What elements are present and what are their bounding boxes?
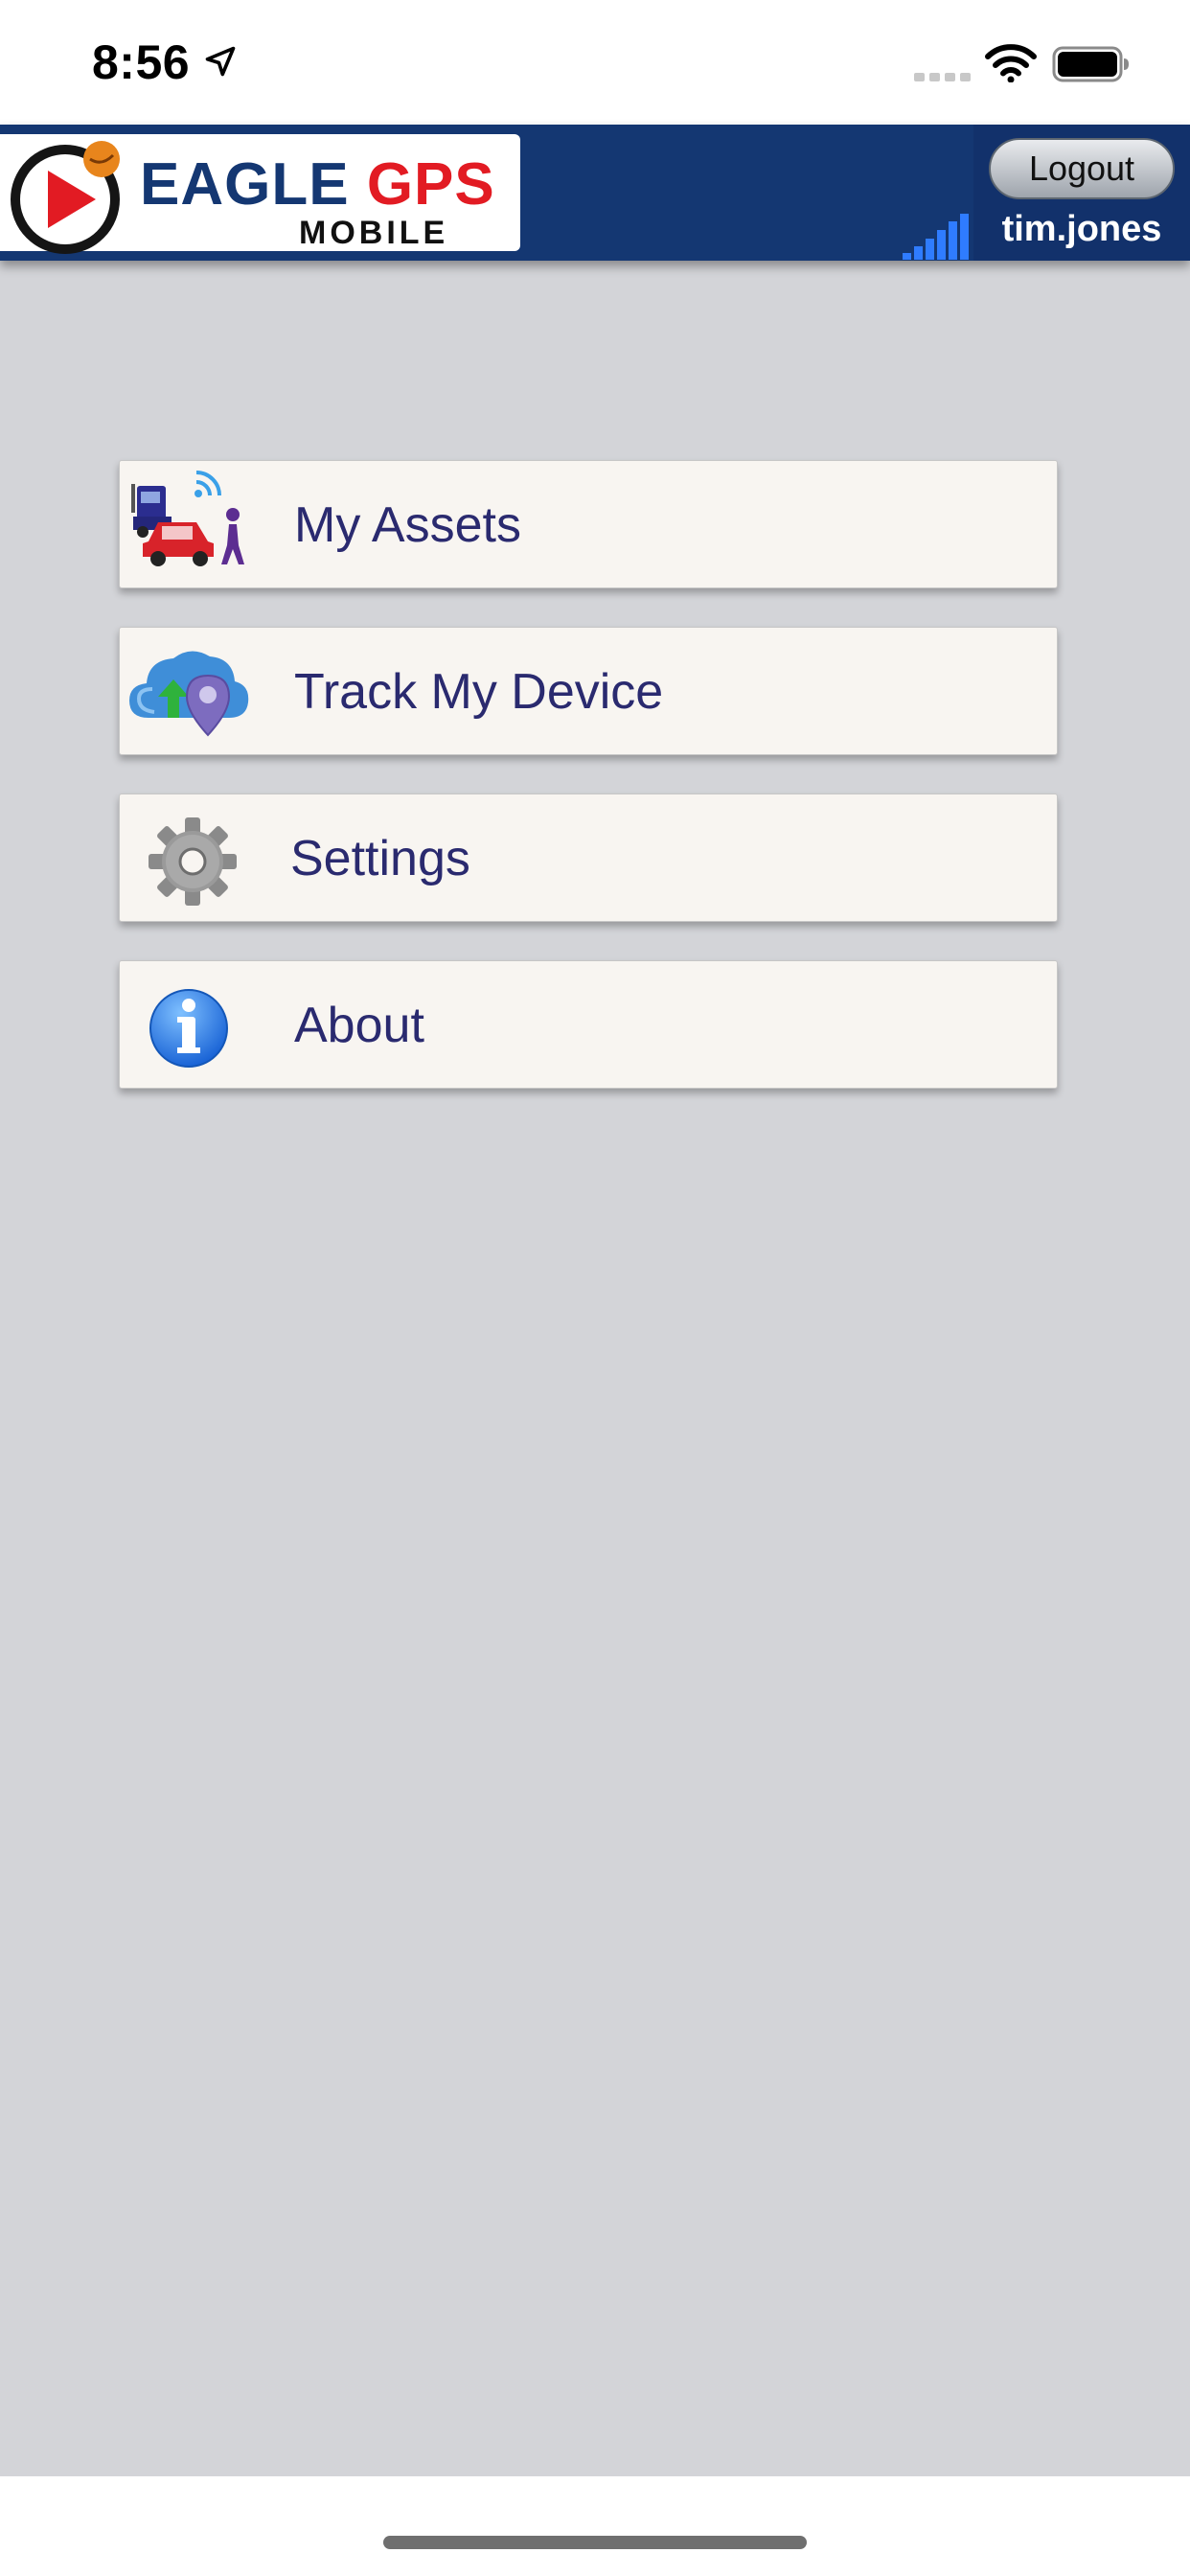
app-logo: EAGLE GPS MOBILE [0,134,520,254]
gear-icon [149,817,237,906]
home-indicator[interactable] [383,2536,807,2549]
signal-strength-icon [903,214,969,260]
status-time: 8:56 [92,35,191,89]
menu-item-label: Track My Device [294,664,664,720]
logo-eagle-text: EAGLE [140,151,350,218]
menu-item-about[interactable]: About [119,960,1058,1089]
cellular-signal-icon [914,73,971,81]
logo-mobile-text: MOBILE [299,215,449,251]
main-content: My Assets Track My Device Settings About [0,261,1190,2476]
play-logo-icon [11,141,120,254]
username-label: tim.jones [1001,209,1162,249]
location-arrow-icon [205,46,236,77]
menu-item-settings[interactable]: Settings [119,794,1058,922]
home-indicator-area [0,2476,1190,2576]
info-icon [149,989,228,1068]
logo-gps-text: GPS [366,151,495,218]
cloud-upload-location-icon [129,651,249,737]
logout-button[interactable]: Logout [989,138,1175,199]
menu-item-my-assets[interactable]: My Assets [119,460,1058,588]
logo-text: EAGLE GPS [140,155,495,215]
battery-icon [1052,46,1129,82]
menu-item-label: Settings [290,831,470,886]
menu-item-label: About [294,998,424,1053]
menu-item-label: My Assets [294,497,521,553]
assets-vehicles-icon [131,471,244,566]
menu-item-track-my-device[interactable]: Track My Device [119,627,1058,755]
wifi-icon [985,44,1037,82]
status-bar: 8:56 [0,0,1190,125]
